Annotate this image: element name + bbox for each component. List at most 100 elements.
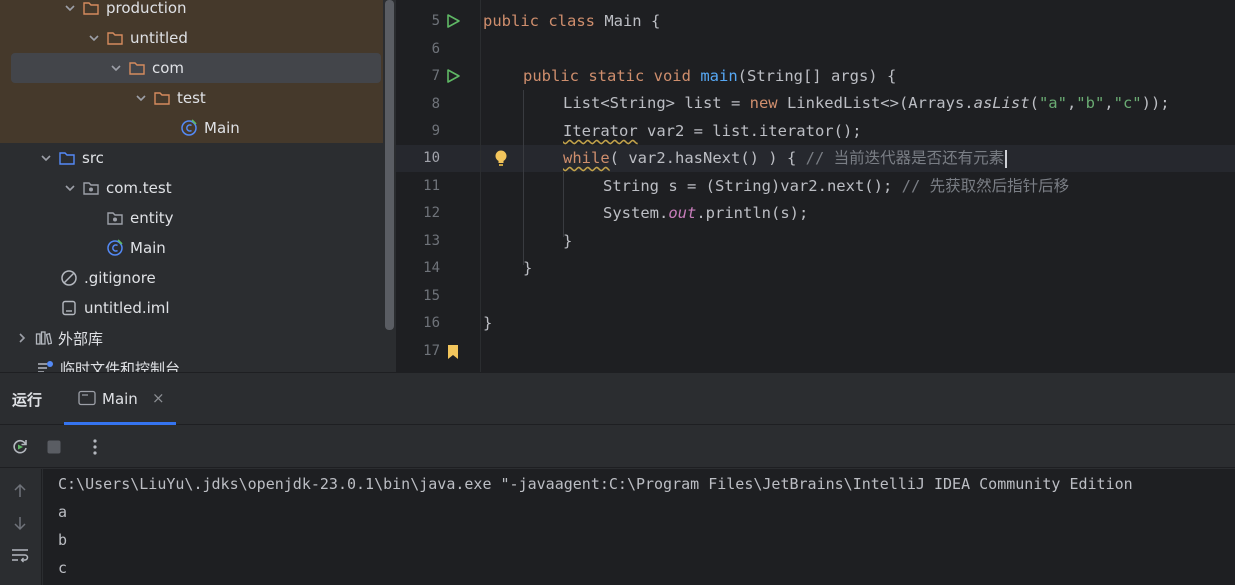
run-tab-label: Main	[102, 390, 138, 408]
tree-item-label: .gitignore	[84, 269, 156, 287]
close-icon[interactable]: ×	[152, 391, 166, 406]
text-caret	[1005, 149, 1008, 168]
module-file-icon	[58, 298, 80, 318]
line-number: 7	[431, 68, 440, 84]
run-tool-window: 运行 Main × C:\Users\LiuYu\.jdks\openjdk-2…	[0, 372, 1235, 585]
console-line: c	[58, 559, 68, 577]
tree-item-external-libraries[interactable]: 外部库	[0, 323, 383, 353]
scrollbar-thumb[interactable]	[385, 0, 394, 330]
folder-excluded-icon	[104, 28, 126, 48]
java-class-icon	[104, 238, 126, 258]
lightbulb-icon[interactable]	[492, 149, 510, 167]
line-number: 6	[431, 41, 440, 57]
soft-wrap-icon[interactable]	[10, 545, 30, 565]
run-header: 运行 Main ×	[0, 373, 1235, 425]
run-class-icon[interactable]	[444, 12, 462, 30]
folder-excluded-icon	[80, 0, 102, 18]
tree-item-label: test	[177, 89, 206, 107]
folder-excluded-icon	[126, 58, 148, 78]
console-line: C:\Users\LiuYu\.jdks\openjdk-23.0.1\bin\…	[58, 475, 1133, 493]
tree-item-entity[interactable]: entity	[0, 203, 383, 233]
more-options-icon[interactable]	[84, 436, 106, 458]
code-line-12: System.out.println(s);	[603, 204, 809, 222]
tree-item-scratches[interactable]: 临时文件和控制台	[0, 353, 383, 372]
chevron-down-icon[interactable]	[36, 152, 56, 164]
chevron-down-icon[interactable]	[131, 92, 151, 104]
stop-icon[interactable]	[43, 436, 65, 458]
line-number: 11	[423, 178, 440, 194]
code-editor[interactable]: 5 6 7 8 9 10 11 12 13 14 15 16 17 public…	[396, 0, 1235, 372]
console-line: a	[58, 503, 68, 521]
code-line-16: }	[483, 314, 493, 332]
tree-item-label: Main	[130, 239, 166, 257]
line-number: 5	[431, 13, 440, 29]
tree-item-label: Main	[204, 119, 240, 137]
line-number: 16	[423, 315, 440, 331]
tree-item-label: 临时文件和控制台	[60, 359, 181, 373]
line-number: 15	[423, 288, 440, 304]
code-line-14: }	[523, 259, 533, 277]
tree-item-label: untitled.iml	[84, 299, 170, 317]
chevron-down-icon[interactable]	[106, 62, 126, 74]
console-icon	[78, 390, 96, 406]
code-line-9: Iterator var2 = list.iterator();	[563, 122, 862, 140]
tree-item-main[interactable]: Main	[0, 233, 383, 263]
active-tab-indicator	[64, 422, 176, 425]
tree-item-com-test[interactable]: com.test	[0, 173, 383, 203]
tree-item-src[interactable]: src	[0, 143, 383, 173]
arrow-down-icon[interactable]	[10, 513, 30, 533]
java-class-icon	[178, 118, 200, 138]
console-output[interactable]: C:\Users\LiuYu\.jdks\openjdk-23.0.1\bin\…	[43, 469, 1235, 585]
code-line-11: String s = (String)var2.next(); // 先获取然后…	[603, 177, 1070, 195]
run-window-title: 运行	[12, 391, 43, 409]
chevron-right-icon[interactable]	[12, 332, 32, 344]
run-main-icon[interactable]	[444, 67, 462, 85]
line-number: 8	[431, 96, 440, 112]
tree-item-label: com	[152, 59, 185, 77]
code-line-7: public static void main(String[] args) {	[523, 67, 897, 85]
console-line: b	[58, 531, 68, 549]
bookmark-icon[interactable]	[444, 343, 462, 361]
chevron-down-icon[interactable]	[60, 2, 80, 14]
arrow-up-icon[interactable]	[10, 481, 30, 501]
code-line-13: }	[563, 232, 573, 250]
code-line-8: List<String> list = new LinkedList<>(Arr…	[563, 94, 1170, 112]
line-number: 17	[423, 343, 440, 359]
code-line-5: public class Main {	[483, 12, 661, 30]
gutter-divider	[480, 0, 481, 372]
rerun-icon[interactable]	[9, 436, 31, 458]
tree-item-label: 外部库	[58, 329, 104, 348]
tree-item-label: src	[82, 149, 104, 167]
indent-guide	[523, 90, 524, 265]
line-number: 10	[423, 150, 440, 166]
tree-item-label: com.test	[106, 179, 172, 197]
line-number: 12	[423, 205, 440, 221]
tree-item-gitignore[interactable]: .gitignore	[0, 263, 383, 293]
package-icon	[80, 178, 102, 198]
ignore-file-icon	[58, 268, 80, 288]
source-folder-icon	[56, 148, 78, 168]
tree-item-untitled[interactable]: untitled	[0, 23, 383, 53]
tree-item-com[interactable]: com	[0, 53, 383, 83]
tree-item-main-compiled[interactable]: Main	[0, 113, 383, 143]
line-number: 9	[431, 123, 440, 139]
run-toolbar	[0, 426, 1235, 468]
tree-item-production[interactable]: production	[0, 0, 383, 23]
project-tree-scrollbar[interactable]	[383, 0, 396, 372]
line-number: 13	[423, 233, 440, 249]
code-line-10: while( var2.hasNext() ) { // 当前迭代器是否还有元素	[563, 145, 1008, 172]
scratches-icon	[34, 358, 56, 372]
line-number: 14	[423, 260, 440, 276]
chevron-down-icon[interactable]	[84, 32, 104, 44]
tree-item-untitled-iml[interactable]: untitled.iml	[0, 293, 383, 323]
chevron-down-icon[interactable]	[60, 182, 80, 194]
tree-item-label: production	[106, 0, 187, 17]
console-side-toolbar	[0, 469, 42, 585]
tree-item-test[interactable]: test	[0, 83, 383, 113]
project-tree-panel: production untitled com test Main src co…	[0, 0, 383, 372]
run-tab-main[interactable]: Main ×	[64, 373, 176, 425]
tree-item-label: untitled	[130, 29, 188, 47]
folder-excluded-icon	[151, 88, 173, 108]
tree-item-label: entity	[130, 209, 174, 227]
package-icon	[104, 208, 126, 228]
